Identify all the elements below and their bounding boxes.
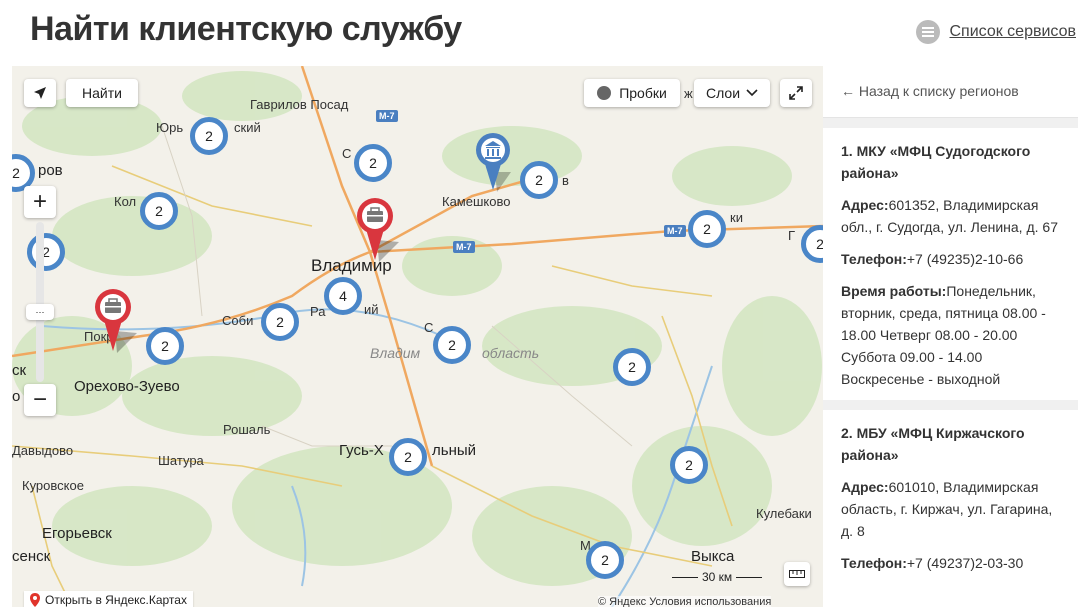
map-label: ий: [364, 302, 379, 317]
services-list-label[interactable]: Список сервисов: [950, 23, 1077, 41]
cluster-marker[interactable]: 2: [688, 210, 726, 248]
map-label: льный: [432, 442, 477, 459]
map-label: Соби: [222, 313, 254, 328]
map-label: Гаврилов Посад: [250, 97, 349, 112]
cluster-marker[interactable]: 2: [520, 161, 558, 199]
map-label: Егорьевск: [42, 525, 112, 542]
zoom-slider-handle[interactable]: ⋯: [26, 304, 54, 320]
map-label: ки: [730, 210, 743, 225]
map-label: Шатура: [158, 453, 204, 468]
map-label-region: Владим: [370, 345, 421, 361]
map-label: Кулебаки: [756, 506, 812, 521]
map-label: сенск: [12, 548, 51, 565]
map[interactable]: М-7 М-7 М-7 Гаврилов Посад Юрь ский ров …: [12, 66, 823, 607]
zoom-in-button[interactable]: +: [24, 186, 56, 218]
traffic-icon: [597, 86, 612, 100]
fullscreen-button[interactable]: [780, 79, 812, 107]
services-list-link[interactable]: Список сервисов: [915, 20, 1077, 44]
organization-phone: Телефон:+7 (49237)2-03-30: [841, 555, 1024, 571]
open-in-yandex-label: Открыть в Яндекс.Картах: [45, 593, 187, 607]
map-label: ский: [234, 120, 261, 135]
organization-phone: Телефон:+7 (49235)2-10-66: [841, 251, 1024, 267]
map-copyright[interactable]: © Яндекс Условия использования: [598, 596, 772, 607]
traffic-button[interactable]: Пробки: [584, 79, 680, 107]
map-label: С: [424, 320, 434, 335]
find-button[interactable]: Найти: [66, 79, 138, 107]
location-arrow-icon: [34, 87, 46, 99]
divider: [823, 400, 1078, 410]
map-label: Юрь: [156, 120, 184, 135]
map-label: Рошаль: [223, 422, 271, 437]
map-scale: 30 км: [672, 570, 763, 584]
road-badge: М-7: [664, 225, 686, 237]
chevron-down-icon: [746, 89, 758, 97]
geolocation-button[interactable]: [24, 79, 56, 107]
organization-title[interactable]: 2. МБУ «МФЦ Киржачского района»: [841, 422, 1064, 466]
map-label: Давыдово: [12, 443, 74, 458]
organization-address: Адрес:601352, Владимирская обл., г. Судо…: [841, 197, 1058, 235]
cluster-marker[interactable]: 2: [613, 348, 651, 386]
zoom-out-button[interactable]: −: [24, 384, 56, 416]
map-label: о: [12, 388, 21, 405]
map-pin-icon: [30, 593, 40, 607]
results-sidebar: ← Назад к списку регионов 1. МКУ «МФЦ Су…: [823, 66, 1078, 607]
map-label: ж: [684, 86, 693, 101]
map-label: Ра: [310, 304, 326, 319]
cluster-marker[interactable]: 2: [389, 438, 427, 476]
cluster-marker[interactable]: 4: [324, 277, 362, 315]
traffic-label: Пробки: [619, 85, 667, 101]
map-label: ров: [38, 162, 63, 179]
cluster-marker[interactable]: 2: [261, 303, 299, 341]
organization-card[interactable]: 1. МКУ «МФЦ Судогодского района» Адрес:6…: [823, 128, 1078, 390]
office-pin-icon[interactable]: [355, 196, 411, 273]
map-label-region: область: [482, 345, 540, 361]
map-label: Гусь-Х: [339, 442, 384, 459]
road-badge: М-7: [453, 241, 475, 253]
divider: [823, 118, 1078, 128]
map-label: С: [342, 146, 352, 161]
office-pin-icon[interactable]: [93, 287, 149, 364]
zoom-slider[interactable]: [36, 222, 44, 382]
map-label: Выкса: [691, 548, 735, 565]
layers-label: Слои: [705, 85, 741, 101]
map-label: Орехово-Зуево: [74, 378, 180, 395]
map-label: Г: [788, 228, 796, 243]
cluster-marker[interactable]: 2: [27, 233, 65, 271]
cluster-marker[interactable]: 2: [190, 117, 228, 155]
cluster-marker[interactable]: 2: [354, 144, 392, 182]
page-title: Найти клиентскую службу: [30, 10, 462, 48]
cluster-marker[interactable]: 2: [670, 446, 708, 484]
map-label: Кол: [114, 194, 137, 209]
ruler-button[interactable]: [784, 562, 810, 586]
map-label: в: [562, 173, 569, 188]
scale-label: 30 км: [702, 570, 733, 584]
organization-card[interactable]: 2. МБУ «МФЦ Киржачского района» Адрес:60…: [823, 410, 1078, 574]
back-to-regions-link[interactable]: ← Назад к списку регионов: [823, 66, 1078, 118]
organization-hours: Время работы:Понедельник, вторник, среда…: [841, 283, 1046, 387]
cluster-marker[interactable]: 2: [140, 192, 178, 230]
cluster-marker[interactable]: 2: [586, 541, 624, 579]
organization-address: Адрес:601010, Владимирская область, г. К…: [841, 479, 1053, 539]
map-label: Куровское: [22, 478, 84, 493]
map-label: ск: [12, 362, 27, 379]
cluster-marker[interactable]: 2: [433, 326, 471, 364]
ruler-icon: [789, 570, 805, 578]
open-in-yandex-maps-link[interactable]: Открыть в Яндекс.Картах: [24, 591, 193, 607]
road-badge: М-7: [376, 110, 398, 122]
cluster-marker[interactable]: 2: [146, 327, 184, 365]
list-icon: [915, 20, 940, 44]
layers-button[interactable]: Слои: [694, 79, 770, 107]
expand-icon: [789, 86, 803, 100]
organization-title[interactable]: 1. МКУ «МФЦ Судогодского района»: [841, 140, 1064, 184]
